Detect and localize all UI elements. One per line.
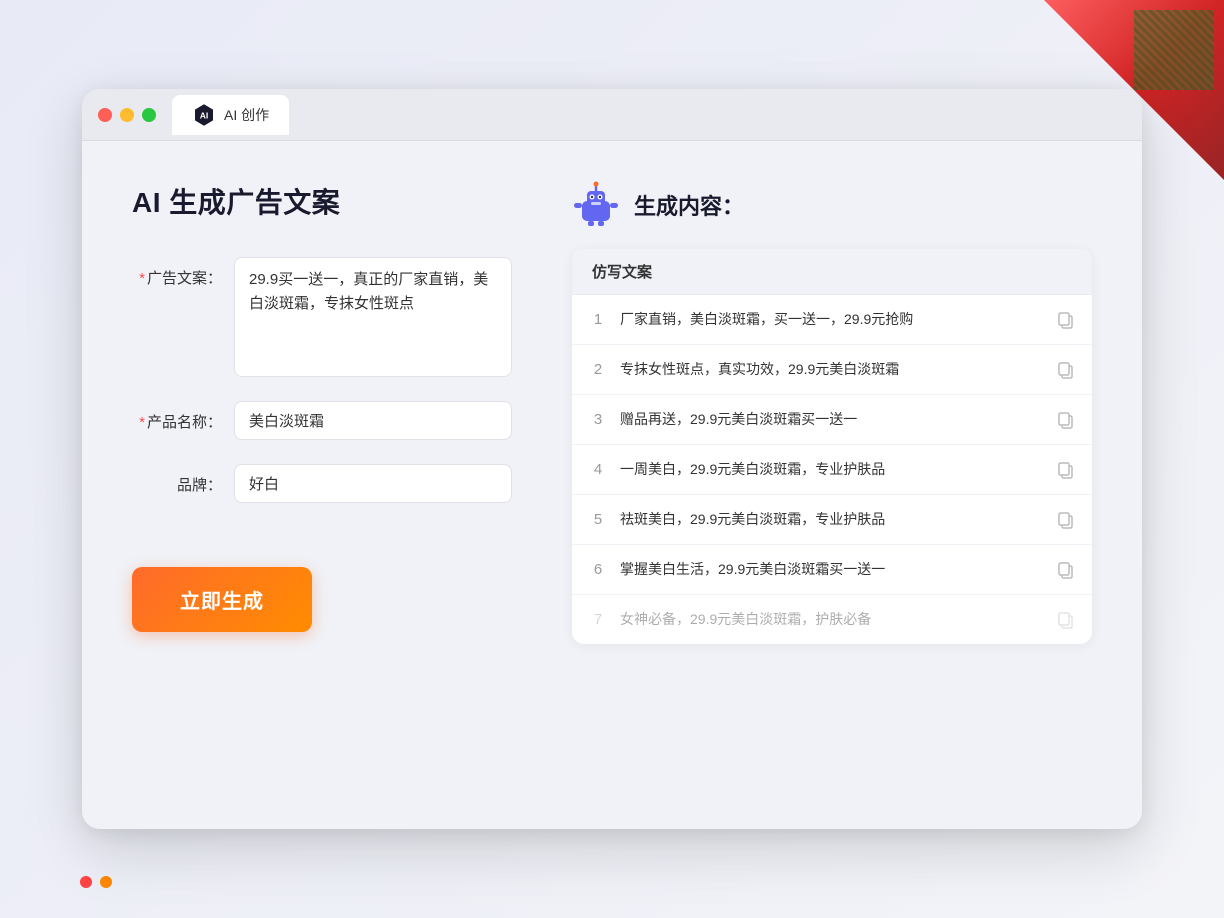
bottom-decoration (80, 876, 112, 888)
ad-copy-group: *广告文案： 29.9买一送一，真正的厂家直销，美白淡斑霜，专抹女性斑点 (132, 257, 512, 377)
robot-icon (572, 181, 620, 229)
row-number: 2 (588, 361, 608, 378)
maximize-button[interactable] (142, 108, 156, 122)
product-name-label: *产品名称： (132, 401, 222, 432)
right-panel: 生成内容： 仿写文案 1 厂家直销，美白淡斑霜，买一送一，29.9元抢购 2 专… (572, 181, 1092, 781)
left-panel: AI 生成广告文案 *广告文案： 29.9买一送一，真正的厂家直销，美白淡斑霜，… (132, 181, 512, 781)
tab-ai-creation[interactable]: AI AI 创作 (172, 95, 289, 135)
row-text: 祛斑美白，29.9元美白淡斑霜，专业护肤品 (620, 509, 1044, 530)
results-rows: 1 厂家直销，美白淡斑霜，买一送一，29.9元抢购 2 专抹女性斑点，真实功效，… (572, 295, 1092, 644)
brand-input[interactable] (234, 464, 512, 503)
table-row: 4 一周美白，29.9元美白淡斑霜，专业护肤品 (572, 445, 1092, 495)
close-button[interactable] (98, 108, 112, 122)
svg-text:AI: AI (200, 110, 209, 120)
copy-icon[interactable] (1056, 510, 1076, 530)
copy-icon[interactable] (1056, 360, 1076, 380)
row-number: 1 (588, 311, 608, 328)
copy-icon[interactable] (1056, 410, 1076, 430)
product-name-group: *产品名称： (132, 401, 512, 440)
row-text: 女神必备，29.9元美白淡斑霜，护肤必备 (620, 609, 1044, 630)
browser-window: AI AI 创作 AI 生成广告文案 *广告文案： 29.9买一送一，真正的厂家… (82, 89, 1142, 829)
copy-icon[interactable] (1056, 560, 1076, 580)
title-bar: AI AI 创作 (82, 89, 1142, 141)
main-content: AI 生成广告文案 *广告文案： 29.9买一送一，真正的厂家直销，美白淡斑霜，… (82, 141, 1142, 821)
results-title: 生成内容： (634, 189, 744, 221)
table-row: 1 厂家直销，美白淡斑霜，买一送一，29.9元抢购 (572, 295, 1092, 345)
table-row: 5 祛斑美白，29.9元美白淡斑霜，专业护肤品 (572, 495, 1092, 545)
window-controls (98, 108, 156, 122)
dot-red (80, 876, 92, 888)
row-text: 厂家直销，美白淡斑霜，买一送一，29.9元抢购 (620, 309, 1044, 330)
copy-icon[interactable] (1056, 610, 1076, 630)
dot-orange (100, 876, 112, 888)
row-number: 3 (588, 411, 608, 428)
table-row: 3 赠品再送，29.9元美白淡斑霜买一送一 (572, 395, 1092, 445)
row-number: 5 (588, 511, 608, 528)
row-text: 掌握美白生活，29.9元美白淡斑霜买一送一 (620, 559, 1044, 580)
minimize-button[interactable] (120, 108, 134, 122)
ai-tab-icon: AI (192, 103, 216, 127)
product-name-required: * (139, 414, 145, 431)
brand-group: 品牌： (132, 464, 512, 503)
copy-icon[interactable] (1056, 310, 1076, 330)
ad-copy-label: *广告文案： (132, 257, 222, 288)
row-text: 赠品再送，29.9元美白淡斑霜买一送一 (620, 409, 1044, 430)
ad-copy-required: * (139, 270, 145, 287)
row-text: 专抹女性斑点，真实功效，29.9元美白淡斑霜 (620, 359, 1044, 380)
tab-label: AI 创作 (224, 105, 269, 125)
table-row: 6 掌握美白生活，29.9元美白淡斑霜买一送一 (572, 545, 1092, 595)
ad-copy-input[interactable]: 29.9买一送一，真正的厂家直销，美白淡斑霜，专抹女性斑点 (234, 257, 512, 377)
row-number: 7 (588, 611, 608, 628)
product-name-input[interactable] (234, 401, 512, 440)
results-header: 生成内容： (572, 181, 1092, 229)
table-row: 7 女神必备，29.9元美白淡斑霜，护肤必备 (572, 595, 1092, 644)
row-number: 6 (588, 561, 608, 578)
table-header: 仿写文案 (572, 249, 1092, 295)
copy-icon[interactable] (1056, 460, 1076, 480)
generate-button[interactable]: 立即生成 (132, 567, 312, 632)
results-table: 仿写文案 1 厂家直销，美白淡斑霜，买一送一，29.9元抢购 2 专抹女性斑点，… (572, 249, 1092, 644)
brand-label: 品牌： (132, 464, 222, 495)
table-row: 2 专抹女性斑点，真实功效，29.9元美白淡斑霜 (572, 345, 1092, 395)
row-number: 4 (588, 461, 608, 478)
row-text: 一周美白，29.9元美白淡斑霜，专业护肤品 (620, 459, 1044, 480)
panel-title: AI 生成广告文案 (132, 181, 512, 221)
